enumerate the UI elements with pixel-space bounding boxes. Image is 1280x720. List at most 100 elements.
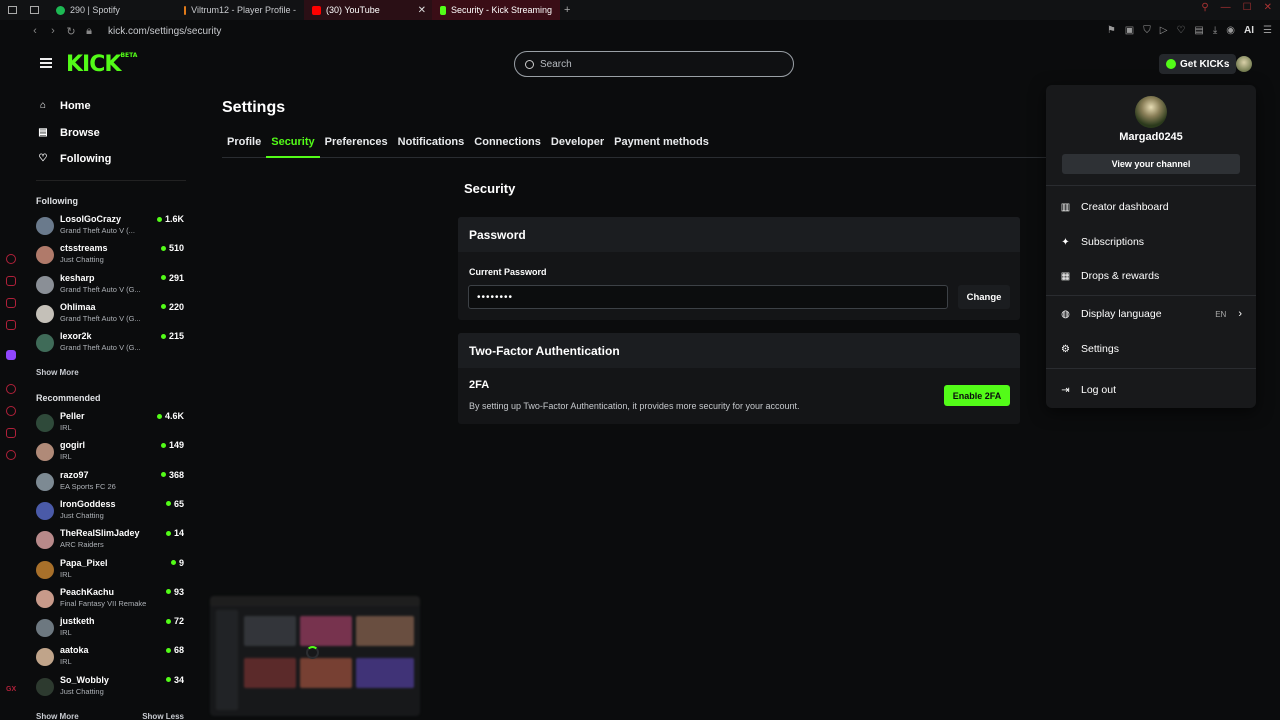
home-icon: ⌂	[39, 100, 47, 111]
channel-item[interactable]: IronGoddess Just Chatting 65	[36, 499, 184, 525]
channel-item[interactable]: aatoka IRL 68	[36, 645, 184, 671]
ai-icon[interactable]: AI	[1244, 25, 1254, 36]
viewer-count: 215	[160, 331, 184, 341]
forward-icon[interactable]: ›	[44, 25, 62, 37]
sidebar-item-home[interactable]: ⌂ Home	[38, 100, 91, 112]
maximize-icon[interactable]: ☐	[1243, 2, 1252, 13]
channel-name: gogirl	[60, 440, 85, 451]
tab-label: (30) YouTube	[326, 5, 380, 15]
show-more-recommended-button[interactable]: Show More	[36, 712, 79, 720]
browser-sidebar: GX	[0, 42, 22, 720]
url-field[interactable]: kick.com/settings/security	[108, 26, 221, 37]
shield-icon[interactable]: ⛉	[1143, 25, 1151, 36]
clock-icon[interactable]	[6, 384, 16, 394]
settings-icon[interactable]	[6, 450, 16, 460]
tab-notifications[interactable]: Notifications	[393, 134, 470, 158]
channel-item[interactable]: kesharp Grand Theft Auto V (G... 291	[36, 273, 184, 299]
history-icon[interactable]	[6, 406, 16, 416]
live-dot-icon	[165, 589, 171, 595]
channel-avatar	[36, 677, 54, 696]
channel-item[interactable]: ctsstreams Just Chatting 510	[36, 243, 184, 269]
search-tabs-icon[interactable]: ⚲	[1201, 2, 1208, 13]
tab-connections[interactable]: Connections	[469, 134, 546, 158]
channel-item[interactable]: Peller IRL 4.6K	[36, 411, 184, 437]
channel-item[interactable]: gogirl IRL 149	[36, 440, 184, 466]
tab-preferences[interactable]: Preferences	[320, 134, 393, 158]
tab-payment-methods[interactable]: Payment methods	[609, 134, 714, 158]
user-dropdown-menu: Margad0245 View your channel ▥ Creator d…	[1046, 85, 1256, 408]
preview-tile	[244, 616, 296, 646]
browser-tab-viltrum[interactable]: Viltrum12 - Player Profile -	[176, 0, 304, 20]
menu-item-display-language[interactable]: ◍ Display language EN ›	[1060, 304, 1242, 324]
viewer-count-value: 93	[173, 586, 184, 597]
channel-item[interactable]: LosolGoCrazy Grand Theft Auto V (... 1.6K	[36, 214, 184, 240]
mail-icon[interactable]	[6, 320, 16, 330]
reload-icon[interactable]: ↻	[62, 25, 80, 38]
menu-item-creator-dashboard[interactable]: ▥ Creator dashboard	[1060, 197, 1242, 217]
channel-item[interactable]: Papa_Pixel IRL 9	[36, 558, 184, 584]
channel-item[interactable]: PeachKachu Final Fantasy VII Remake 93	[36, 587, 184, 613]
browser-tab-spotify[interactable]: 290 | Spotify	[48, 0, 176, 20]
shopping-icon[interactable]	[6, 276, 16, 286]
recommended-heading: Recommended	[36, 393, 101, 403]
change-password-button[interactable]: Change	[958, 285, 1010, 309]
tab-security[interactable]: Security	[266, 134, 320, 158]
download-icon[interactable]: ⤓	[1213, 25, 1217, 36]
live-dot-icon	[160, 275, 166, 281]
search-input[interactable]	[540, 58, 760, 70]
channel-item[interactable]: So_Wobbly Just Chatting 34	[36, 675, 184, 701]
back-icon[interactable]: ‹	[26, 25, 44, 37]
tfa-card: Two-Factor Authentication 2FA By setting…	[458, 333, 1020, 424]
minimize-icon[interactable]: —	[1221, 2, 1231, 13]
twitch-icon[interactable]	[6, 350, 16, 360]
play-icon[interactable]: ▷	[1160, 25, 1168, 36]
menu-item-log-out[interactable]: ⇥ Log out	[1060, 380, 1242, 400]
loading-spinner-icon	[306, 646, 319, 659]
view-channel-button[interactable]: View your channel	[1062, 154, 1240, 174]
kick-logo[interactable]: KICKBETA	[66, 52, 137, 77]
snapshot-icon[interactable]: ▣	[1125, 25, 1134, 36]
gx-icon[interactable]: GX	[6, 686, 16, 696]
sidebar-item-label: Following	[60, 153, 112, 165]
tab-developer[interactable]: Developer	[546, 134, 609, 158]
heart-icon: ♡	[38, 153, 48, 164]
channel-item[interactable]: TheRealSlimJadey ARC Raiders 14	[36, 528, 184, 554]
sidebar-item-browse[interactable]: ▤ Browse	[38, 127, 99, 139]
browser-tab-kick[interactable]: Security - Kick Streaming	[432, 0, 560, 20]
search-box[interactable]	[514, 51, 794, 77]
current-password-field[interactable]	[468, 285, 948, 309]
browser-sidebar-toggle[interactable]	[0, 0, 48, 20]
new-tab-button[interactable]: +	[564, 4, 570, 16]
messenger-icon[interactable]	[6, 254, 16, 264]
user-avatar[interactable]	[1236, 56, 1252, 72]
enable-2fa-button[interactable]: Enable 2FA	[944, 385, 1010, 406]
browser-tab-youtube[interactable]: (30) YouTube ✕	[304, 0, 432, 20]
heart-icon[interactable]: ♡	[1176, 25, 1185, 36]
menu-item-subscriptions[interactable]: ✦ Subscriptions	[1060, 232, 1242, 252]
menu-item-drops-rewards[interactable]: ▦ Drops & rewards	[1060, 266, 1242, 286]
get-kicks-button[interactable]: Get KICKs	[1159, 54, 1237, 74]
profile-icon[interactable]: ◉	[1226, 25, 1235, 36]
tab-profile[interactable]: Profile	[222, 134, 266, 158]
live-dot-icon	[160, 245, 166, 251]
sidebar-item-following[interactable]: ♡ Following	[38, 153, 112, 165]
close-window-icon[interactable]: ✕	[1264, 2, 1272, 13]
channel-item[interactable]: Ohlimaa Grand Theft Auto V (G... 220	[36, 302, 184, 328]
channel-category: IRL	[60, 657, 72, 667]
app-icon[interactable]	[6, 298, 16, 308]
channel-item[interactable]: justketh IRL 72	[36, 616, 184, 642]
channel-category: Grand Theft Auto V (G...	[60, 343, 141, 353]
channel-item[interactable]: lexor2k Grand Theft Auto V (G... 215	[36, 331, 184, 357]
bookmark-icon[interactable]	[6, 428, 16, 438]
close-icon[interactable]: ✕	[418, 5, 426, 16]
menu-icon[interactable]: ☰	[1263, 25, 1272, 36]
viewer-count: 68	[165, 645, 184, 655]
hamburger-menu-icon[interactable]	[40, 58, 52, 68]
viewer-count: 72	[165, 616, 184, 626]
menu-item-settings[interactable]: ⚙ Settings	[1060, 339, 1242, 359]
show-less-button[interactable]: Show Less	[142, 712, 184, 720]
channel-item[interactable]: razo97 EA Sports FC 26 368	[36, 470, 184, 496]
pin-icon[interactable]: ⚑	[1107, 25, 1116, 36]
wallet-icon[interactable]: ▤	[1194, 25, 1203, 36]
show-more-following-button[interactable]: Show More	[36, 368, 79, 377]
